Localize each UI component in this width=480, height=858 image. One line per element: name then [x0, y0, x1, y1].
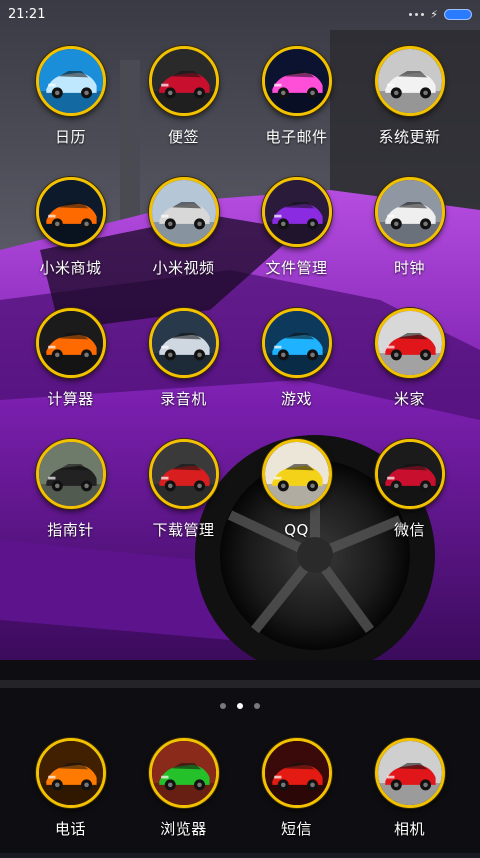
- game-icon[interactable]: [261, 308, 332, 378]
- page-dot[interactable]: [254, 703, 260, 709]
- app-qq[interactable]: QQ: [240, 439, 353, 559]
- app-label: 日历: [54, 128, 86, 146]
- calculator-icon[interactable]: [35, 308, 106, 378]
- app-label: 文件管理: [265, 259, 328, 277]
- app-camera[interactable]: 相机: [353, 738, 466, 858]
- app-mi-video[interactable]: 小米视频: [127, 177, 240, 297]
- app-clock[interactable]: 时钟: [353, 177, 466, 297]
- app-mi-home[interactable]: 米家: [353, 308, 466, 428]
- app-download-manager[interactable]: 下载管理: [127, 439, 240, 559]
- app-label: 电子邮件: [265, 128, 328, 146]
- download-manager-icon[interactable]: [148, 439, 219, 509]
- recorder-icon[interactable]: [148, 308, 219, 378]
- app-label: 小米视频: [152, 259, 215, 277]
- app-wechat[interactable]: 微信: [353, 439, 466, 559]
- email-icon[interactable]: [261, 46, 332, 116]
- app-compass[interactable]: 指南针: [14, 439, 127, 559]
- app-label: QQ: [284, 521, 309, 539]
- app-label: 短信: [280, 820, 312, 838]
- app-label: 微信: [393, 521, 425, 539]
- app-label: 浏览器: [160, 820, 207, 838]
- app-label: 电话: [54, 820, 86, 838]
- app-recorder[interactable]: 录音机: [127, 308, 240, 428]
- calendar-icon[interactable]: [35, 46, 106, 116]
- status-indicators: ⚡: [409, 8, 472, 21]
- app-mi-store[interactable]: 小米商城: [14, 177, 127, 297]
- system-update-icon[interactable]: [374, 46, 445, 116]
- clock-icon[interactable]: [374, 177, 445, 247]
- app-email[interactable]: 电子邮件: [240, 46, 353, 166]
- app-browser[interactable]: 浏览器: [127, 738, 240, 858]
- app-phone[interactable]: 电话: [14, 738, 127, 858]
- app-label: 下载管理: [152, 521, 215, 539]
- app-label: 游戏: [280, 390, 312, 408]
- app-calendar[interactable]: 日历: [14, 46, 127, 166]
- wechat-icon[interactable]: [374, 439, 445, 509]
- app-label: 系统更新: [378, 128, 441, 146]
- battery-icon: [444, 8, 472, 20]
- app-label: 米家: [393, 390, 425, 408]
- app-label: 计算器: [47, 390, 94, 408]
- page-dot[interactable]: [237, 703, 243, 709]
- messages-icon[interactable]: [261, 738, 332, 808]
- qq-icon[interactable]: [261, 439, 332, 509]
- app-messages[interactable]: 短信: [240, 738, 353, 858]
- page-indicator: [0, 700, 480, 712]
- app-label: 相机: [393, 820, 425, 838]
- file-manager-icon[interactable]: [261, 177, 332, 247]
- signal-dots-icon: [409, 12, 425, 16]
- app-label: 小米商城: [39, 259, 102, 277]
- app-label: 时钟: [393, 259, 425, 277]
- app-notes[interactable]: 便签: [127, 46, 240, 166]
- mi-video-icon[interactable]: [148, 177, 219, 247]
- camera-icon[interactable]: [374, 738, 445, 808]
- phone-icon[interactable]: [35, 738, 106, 808]
- app-label: 录音机: [160, 390, 207, 408]
- compass-icon[interactable]: [35, 439, 106, 509]
- page-dot[interactable]: [220, 703, 226, 709]
- mi-home-icon[interactable]: [374, 308, 445, 378]
- app-game[interactable]: 游戏: [240, 308, 353, 428]
- browser-icon[interactable]: [148, 738, 219, 808]
- status-bar: 21:21 ⚡: [0, 0, 480, 28]
- app-system-update[interactable]: 系统更新: [353, 46, 466, 166]
- app-file-manager[interactable]: 文件管理: [240, 177, 353, 297]
- status-time: 21:21: [8, 6, 46, 22]
- app-label: 指南针: [47, 521, 94, 539]
- mi-store-icon[interactable]: [35, 177, 106, 247]
- charging-icon: ⚡: [430, 7, 438, 21]
- app-label: 便签: [167, 128, 199, 146]
- app-calculator[interactable]: 计算器: [14, 308, 127, 428]
- notes-icon[interactable]: [148, 46, 219, 116]
